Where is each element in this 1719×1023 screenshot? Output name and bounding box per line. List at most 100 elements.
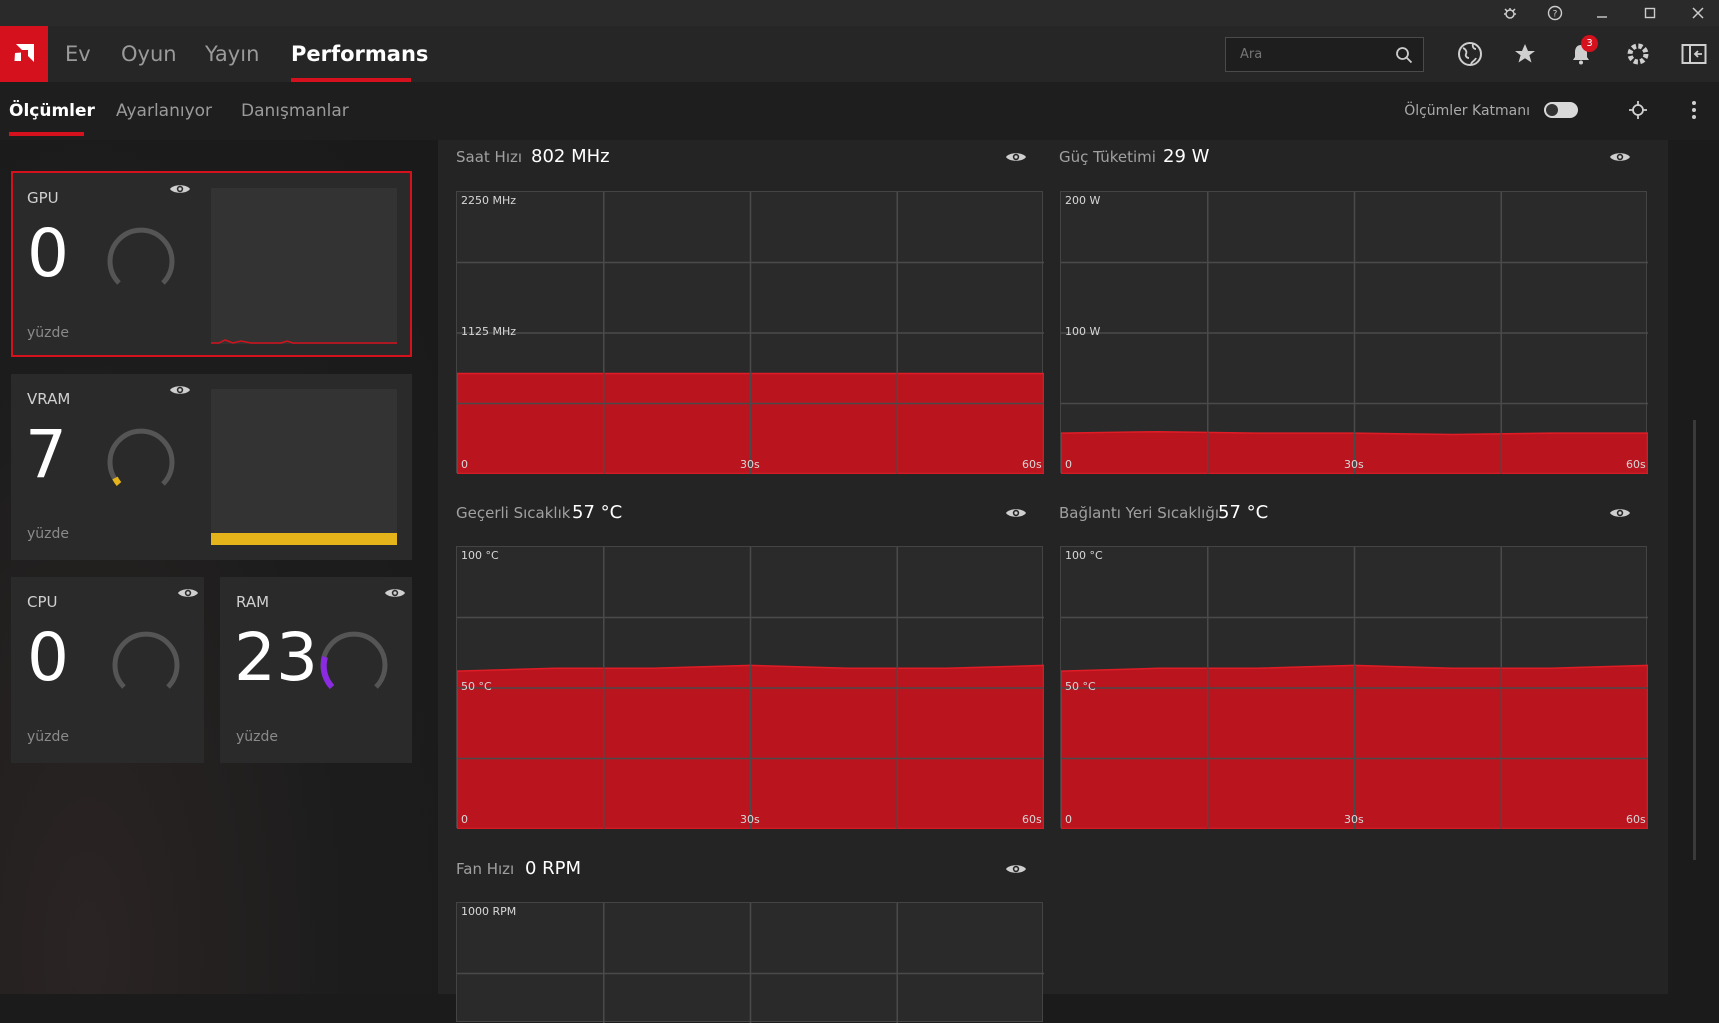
gpu-label: GPU [27, 189, 59, 207]
hotspot-ymax-label: 100 °C [1065, 549, 1103, 562]
eye-icon[interactable] [1005, 150, 1027, 164]
search-box[interactable] [1225, 37, 1424, 72]
eye-icon[interactable] [169, 182, 191, 196]
hotspot-x-label-30: 30s [1344, 813, 1364, 826]
hotspot-value: 57 °C [1218, 502, 1269, 523]
vram-unit: yüzde [27, 526, 70, 542]
cpu-gauge-card[interactable]: CPU 0 yüzde [11, 577, 204, 763]
fan-ymax-label: 1000 RPM [461, 905, 517, 918]
vram-gauge-card[interactable]: VRAM 7 yüzde [11, 374, 412, 560]
cpu-unit: yüzde [27, 729, 70, 745]
gpu-gauge-card[interactable]: GPU 0 yüzde [11, 171, 412, 357]
maximize-icon[interactable] [1633, 0, 1667, 26]
bug-report-icon[interactable] [1493, 0, 1527, 26]
ram-unit: yüzde [236, 729, 279, 745]
gpu-unit: yüzde [27, 325, 70, 341]
ram-gauge-card[interactable]: RAM 23 yüzde [220, 577, 412, 763]
subtab-danismanlar[interactable]: Danışmanlar [241, 82, 349, 140]
clock-x-label-30: 30s [740, 458, 760, 471]
fan-speed-title: Fan Hızı [456, 860, 515, 878]
temp-x-label-30: 30s [740, 813, 760, 826]
temperature-title: Geçerli Sıcaklık [456, 504, 571, 522]
active-subtab-indicator [9, 132, 84, 136]
temperature-svg [457, 547, 1044, 829]
gpu-value: 0 [27, 215, 69, 292]
eye-icon[interactable] [169, 383, 191, 397]
hotspot-chart: 100 °C 50 °C 0 30s 60s [1060, 546, 1648, 829]
clock-speed-svg [457, 192, 1044, 474]
power-x-label-60: 60s [1626, 458, 1646, 471]
power-ymid-label: 100 W [1065, 325, 1101, 338]
power-svg [1061, 192, 1648, 474]
eye-icon[interactable] [1609, 506, 1631, 520]
subtab-ayarlaniyor[interactable]: Ayarlanıyor [116, 82, 212, 140]
vram-mini-chart [211, 389, 397, 545]
power-x-label-0: 0 [1065, 458, 1072, 471]
more-options-icon[interactable] [1676, 92, 1712, 128]
toggle-knob [1546, 104, 1558, 116]
gpu-dial [107, 227, 175, 285]
hotspot-svg [1061, 547, 1648, 829]
clock-x-label-0: 0 [461, 458, 468, 471]
search-icon[interactable] [1395, 46, 1413, 64]
notification-badge: 3 [1581, 35, 1598, 52]
close-icon[interactable] [1681, 0, 1715, 26]
power-x-label-30: 30s [1344, 458, 1364, 471]
clock-ymid-label: 1125 MHz [461, 325, 517, 338]
temp-ymax-label: 100 °C [461, 549, 499, 562]
nav-tab-performans[interactable]: Performans [291, 26, 428, 82]
clock-x-label-60: 60s [1022, 458, 1042, 471]
vram-label: VRAM [27, 390, 71, 408]
temp-ymid-label: 50 °C [461, 680, 492, 693]
cpu-value: 0 [27, 619, 69, 696]
clock-speed-value: 802 MHz [531, 146, 610, 167]
vram-value: 7 [25, 416, 67, 493]
eye-icon[interactable] [1005, 862, 1027, 876]
nav-tab-ev[interactable]: Ev [65, 26, 91, 82]
hotspot-x-label-0: 0 [1065, 813, 1072, 826]
temp-x-label-0: 0 [461, 813, 468, 826]
temp-x-label-60: 60s [1022, 813, 1042, 826]
ram-dial [320, 631, 388, 690]
amd-logo-icon[interactable] [0, 26, 48, 82]
hotspot-title: Bağlantı Yeri Sıcaklığı [1059, 504, 1220, 522]
fan-speed-svg [457, 903, 1044, 1023]
power-value: 29 W [1163, 146, 1210, 167]
cpu-dial [112, 631, 180, 689]
fan-speed-chart: 1000 RPM [456, 902, 1044, 1023]
ram-value: 23 [234, 619, 318, 696]
ram-label: RAM [236, 593, 270, 611]
eye-icon[interactable] [1005, 506, 1027, 520]
cpu-label: CPU [27, 593, 58, 611]
fan-speed-value: 0 RPM [525, 858, 582, 879]
nav-tab-yayin[interactable]: Yayın [205, 26, 259, 82]
metrics-overlay-label: Ölçümler Katmanı [1404, 103, 1530, 119]
eye-icon[interactable] [177, 586, 199, 600]
clock-ymax-label: 2250 MHz [461, 194, 517, 207]
sidebar-toggle-icon[interactable] [1676, 36, 1712, 72]
vram-dial [107, 428, 175, 486]
crosshair-icon[interactable] [1620, 92, 1656, 128]
globe-icon[interactable] [1452, 36, 1488, 72]
help-icon[interactable]: ? [1538, 0, 1572, 26]
power-chart: 200 W 100 W 0 30s 60s [1060, 191, 1648, 474]
power-ymax-label: 200 W [1065, 194, 1101, 207]
hotspot-x-label-60: 60s [1626, 813, 1646, 826]
temperature-chart: 100 °C 50 °C 0 30s 60s [456, 546, 1044, 829]
settings-gear-icon[interactable] [1620, 36, 1656, 72]
search-input[interactable] [1240, 47, 1390, 62]
svg-text:?: ? [1553, 10, 1558, 20]
minimize-icon[interactable] [1585, 0, 1619, 26]
star-icon[interactable] [1507, 36, 1543, 72]
clock-speed-chart: 2250 MHz 1125 MHz 0 30s 60s [456, 191, 1044, 474]
clock-speed-title: Saat Hızı [456, 148, 523, 166]
temperature-value: 57 °C [572, 502, 623, 523]
title-bar: ? [0, 0, 1719, 26]
power-title: Güç Tüketimi [1059, 148, 1156, 166]
eye-icon[interactable] [1609, 150, 1631, 164]
nav-tab-oyun[interactable]: Oyun [121, 26, 177, 82]
eye-icon[interactable] [384, 586, 406, 600]
scrollbar[interactable] [1693, 420, 1696, 860]
metrics-overlay-toggle[interactable] [1544, 102, 1578, 118]
hotspot-ymid-label: 50 °C [1065, 680, 1096, 693]
